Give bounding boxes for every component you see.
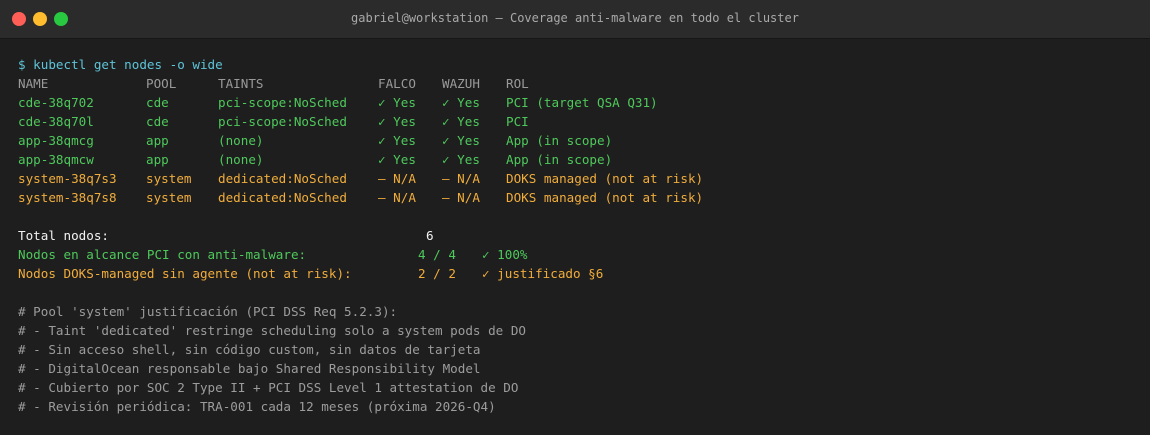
- col-header-pool: POOL: [146, 76, 177, 91]
- col-header-wazuh: WAZUH: [442, 76, 480, 91]
- node-name: system-38q7s3: [18, 171, 117, 186]
- node-pool: cde: [146, 114, 169, 129]
- wazuh-status: — N/A: [442, 171, 480, 186]
- node-pool: system: [146, 171, 192, 186]
- wazuh-status: ✓ Yes: [442, 152, 480, 167]
- comment-line: # - DigitalOcean responsable bajo Shared…: [18, 361, 481, 376]
- node-taints: (none): [218, 152, 264, 167]
- table-row: system-38q7s8 system dedicated:NoSched —…: [18, 188, 1140, 207]
- node-rol: DOKS managed (not at risk): [506, 190, 704, 205]
- comment-line: # - Sin acceso shell, sin código custom,…: [18, 342, 481, 357]
- comment-line: # - Revisión periódica: TRA-001 cada 12 …: [18, 399, 496, 414]
- comment-line: # - Taint 'dedicated' restringe scheduli…: [18, 323, 526, 338]
- wazuh-status: ✓ Yes: [442, 133, 480, 148]
- falco-status: — N/A: [378, 171, 416, 186]
- summary-doks-note: ✓ justificado §6: [482, 266, 604, 281]
- node-name: cde-38q702: [18, 95, 94, 110]
- falco-status: ✓ Yes: [378, 133, 416, 148]
- node-name: cde-38q70l: [18, 114, 94, 129]
- node-pool: system: [146, 190, 192, 205]
- node-pool: app: [146, 152, 169, 167]
- node-taints: dedicated:NoSched: [218, 190, 347, 205]
- node-pool: cde: [146, 95, 169, 110]
- summary-pci-value: 4 / 4: [418, 247, 456, 262]
- node-rol: PCI (target QSA Q31): [506, 95, 658, 110]
- comment-line: # - Cubierto por SOC 2 Type II + PCI DSS…: [18, 380, 519, 395]
- summary-doks: Nodos DOKS-managed sin agente (not at ri…: [18, 264, 1140, 283]
- node-taints: pci-scope:NoSched: [218, 114, 347, 129]
- node-name: app-38qmcg: [18, 133, 94, 148]
- falco-status: ✓ Yes: [378, 152, 416, 167]
- summary-total-value: 6: [426, 228, 434, 243]
- falco-status: ✓ Yes: [378, 95, 416, 110]
- summary-pci: Nodos en alcance PCI con anti-malware: 4…: [18, 245, 1140, 264]
- falco-status: ✓ Yes: [378, 114, 416, 129]
- table-row: app-38qmcw app (none) ✓ Yes ✓ Yes App (i…: [18, 150, 1140, 169]
- command-line: $ kubectl get nodes -o wide: [18, 57, 223, 72]
- node-rol: App (in scope): [506, 133, 613, 148]
- window-title: gabriel@workstation — Coverage anti-malw…: [351, 11, 799, 25]
- node-rol: App (in scope): [506, 152, 613, 167]
- summary-pci-note: ✓ 100%: [482, 247, 528, 262]
- table-row: cde-38q702 cde pci-scope:NoSched ✓ Yes ✓…: [18, 93, 1140, 112]
- wazuh-status: ✓ Yes: [442, 114, 480, 129]
- terminal-output[interactable]: $ kubectl get nodes -o wide NAME POOL TA…: [18, 55, 1140, 416]
- title-bar: gabriel@workstation — Coverage anti-malw…: [0, 0, 1150, 39]
- node-pool: app: [146, 133, 169, 148]
- col-header-falco: FALCO: [378, 76, 416, 91]
- summary-pci-label: Nodos en alcance PCI con anti-malware:: [18, 247, 307, 262]
- node-rol: PCI: [506, 114, 529, 129]
- node-taints: (none): [218, 133, 264, 148]
- node-name: app-38qmcw: [18, 152, 94, 167]
- wazuh-status: ✓ Yes: [442, 95, 480, 110]
- summary-total-label: Total nodos:: [18, 228, 109, 243]
- node-rol: DOKS managed (not at risk): [506, 171, 704, 186]
- comment-line: # Pool 'system' justificación (PCI DSS R…: [18, 304, 398, 319]
- summary-doks-label: Nodos DOKS-managed sin agente (not at ri…: [18, 266, 352, 281]
- node-name: system-38q7s8: [18, 190, 117, 205]
- summary-doks-value: 2 / 2: [418, 266, 456, 281]
- table-header: NAME POOL TAINTS FALCO WAZUH ROL: [18, 74, 1140, 93]
- col-header-name: NAME: [18, 76, 49, 91]
- table-row: system-38q7s3 system dedicated:NoSched —…: [18, 169, 1140, 188]
- table-row: app-38qmcg app (none) ✓ Yes ✓ Yes App (i…: [18, 131, 1140, 150]
- table-row: cde-38q70l cde pci-scope:NoSched ✓ Yes ✓…: [18, 112, 1140, 131]
- node-taints: pci-scope:NoSched: [218, 95, 347, 110]
- falco-status: — N/A: [378, 190, 416, 205]
- summary-total: Total nodos: 6: [18, 226, 1140, 245]
- node-taints: dedicated:NoSched: [218, 171, 347, 186]
- terminal-window: gabriel@workstation — Coverage anti-malw…: [0, 0, 1150, 435]
- wazuh-status: — N/A: [442, 190, 480, 205]
- col-header-rol: ROL: [506, 76, 529, 91]
- col-header-taints: TAINTS: [218, 76, 264, 91]
